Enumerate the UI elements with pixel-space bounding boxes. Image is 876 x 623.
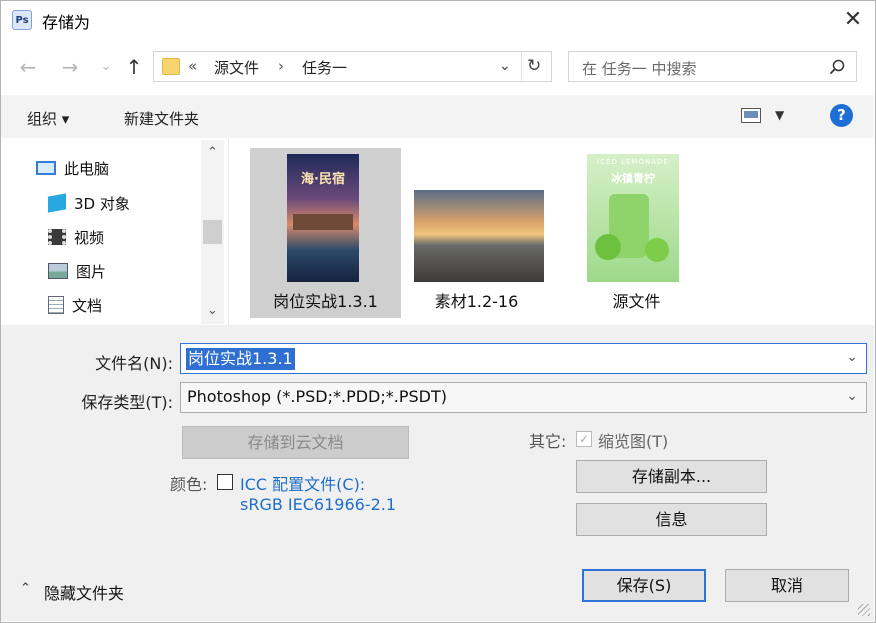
address-bar[interactable]: « 源文件 › 任务一 ⌄ ↻ <box>153 51 552 83</box>
close-icon[interactable]: ✕ <box>838 4 868 36</box>
thumbnail-lime <box>595 234 621 260</box>
breadcrumb-overflow[interactable]: « <box>188 57 197 75</box>
file-name: 源文件 <box>612 292 661 311</box>
search-box[interactable]: 在 任务一 中搜索 <box>568 51 857 82</box>
up-arrow-icon[interactable]: ↑ <box>122 54 146 80</box>
hide-folders-toggle[interactable]: 隐藏文件夹 <box>44 580 124 604</box>
filetype-label: 保存类型(T): <box>81 393 173 412</box>
filename-label: 文件名(N): <box>95 354 173 373</box>
dialog-title: 存储为 <box>42 13 91 32</box>
organize-menu[interactable]: 组织 ▾ <box>27 108 69 129</box>
pc-icon <box>36 161 56 175</box>
file-thumbnail <box>414 190 544 282</box>
thumbnail-title: 海·民宿 <box>301 172 345 187</box>
tree-scrollbar-thumb[interactable] <box>203 220 222 244</box>
icc-profile-checkbox[interactable] <box>217 474 233 490</box>
save-button[interactable]: 保存(S) <box>582 569 706 602</box>
file-item[interactable]: 素材1.2-16 <box>401 148 552 318</box>
file-item[interactable]: ICED LEMONADE 冰镇青柠 源文件 <box>561 148 712 318</box>
video-icon <box>48 229 66 245</box>
filename-input[interactable]: 岗位实战1.3.1 <box>186 348 295 370</box>
pictures-icon <box>48 263 68 279</box>
other-label: 其它: <box>529 432 567 451</box>
tree-item-documents[interactable]: 文档 <box>48 292 102 318</box>
tree-item-pictures[interactable]: 图片 <box>48 258 106 284</box>
scroll-up-icon[interactable]: ⌃ <box>204 145 221 160</box>
icc-profile-name: sRGB IEC61966-2.1 <box>240 495 397 514</box>
filename-field[interactable]: 岗位实战1.3.1 ⌄ <box>180 343 867 374</box>
filetype-select[interactable]: Photoshop (*.PSD;*.PDD;*.PSDT) ⌄ <box>180 382 867 413</box>
folder-icon <box>162 58 180 75</box>
breadcrumb-item-task1[interactable]: 任务一 <box>302 57 347 78</box>
recent-locations-chevron-icon[interactable]: ⌄ <box>94 54 118 80</box>
view-options-icon[interactable] <box>741 108 761 123</box>
chevron-up-icon[interactable]: ⌃ <box>20 581 31 596</box>
photoshop-app-icon: Ps <box>12 10 32 30</box>
breadcrumb-item-source[interactable]: 源文件 <box>214 57 259 78</box>
cancel-button[interactable]: 取消 <box>725 569 849 602</box>
tree-item-videos[interactable]: 视频 <box>48 224 104 250</box>
view-dropdown-icon[interactable]: ▼ <box>775 108 784 122</box>
tree-item-this-pc[interactable]: 此电脑 <box>36 155 109 181</box>
file-thumbnail: 海·民宿 <box>287 154 359 282</box>
address-divider <box>521 52 522 83</box>
file-name: 岗位实战1.3.1 <box>273 292 378 311</box>
thumbnail-title: 冰镇青柠 <box>611 172 655 185</box>
documents-icon <box>48 296 64 314</box>
new-folder-button[interactable]: 新建文件夹 <box>124 108 199 129</box>
forward-arrow-icon[interactable]: → <box>58 54 82 80</box>
filetype-value: Photoshop (*.PSD;*.PDD;*.PSDT) <box>187 387 447 406</box>
thumbnail-lime <box>645 238 669 262</box>
refresh-icon[interactable]: ↻ <box>527 56 541 76</box>
chevron-down-icon[interactable]: ⌄ <box>846 349 858 365</box>
scroll-down-icon[interactable]: ⌄ <box>204 303 221 318</box>
chevron-down-icon[interactable]: ⌄ <box>846 388 858 404</box>
thumbnail-label: 缩览图(T) <box>598 432 669 451</box>
file-item-selected[interactable]: 海·民宿 岗位实战1.3.1 <box>250 148 401 318</box>
3d-objects-icon <box>48 193 66 213</box>
thumbnail-header: ICED LEMONADE <box>597 158 669 166</box>
save-copy-button[interactable]: 存储副本... <box>576 460 767 493</box>
help-icon[interactable]: ? <box>830 104 853 127</box>
search-icon[interactable] <box>829 59 845 75</box>
info-button[interactable]: 信息 <box>576 503 767 536</box>
icc-profile-label[interactable]: ICC 配置文件(C): <box>240 471 365 495</box>
pane-divider <box>228 139 229 325</box>
file-thumbnail: ICED LEMONADE 冰镇青柠 <box>587 154 679 282</box>
back-arrow-icon[interactable]: ← <box>16 54 40 80</box>
search-input[interactable]: 在 任务一 中搜索 <box>582 58 697 79</box>
thumbnail-building <box>293 214 353 230</box>
color-label: 颜色: <box>170 475 208 494</box>
resize-grip[interactable] <box>858 604 870 616</box>
save-to-cloud-button[interactable]: 存储到云文档 <box>182 426 409 459</box>
address-dropdown-icon[interactable]: ⌄ <box>499 58 511 74</box>
file-name: 素材1.2-16 <box>434 292 519 311</box>
thumbnail-checkbox[interactable]: ✓ <box>576 431 592 447</box>
breadcrumb-separator: › <box>278 57 284 75</box>
tree-item-3d-objects[interactable]: 3D 对象 <box>48 190 130 216</box>
